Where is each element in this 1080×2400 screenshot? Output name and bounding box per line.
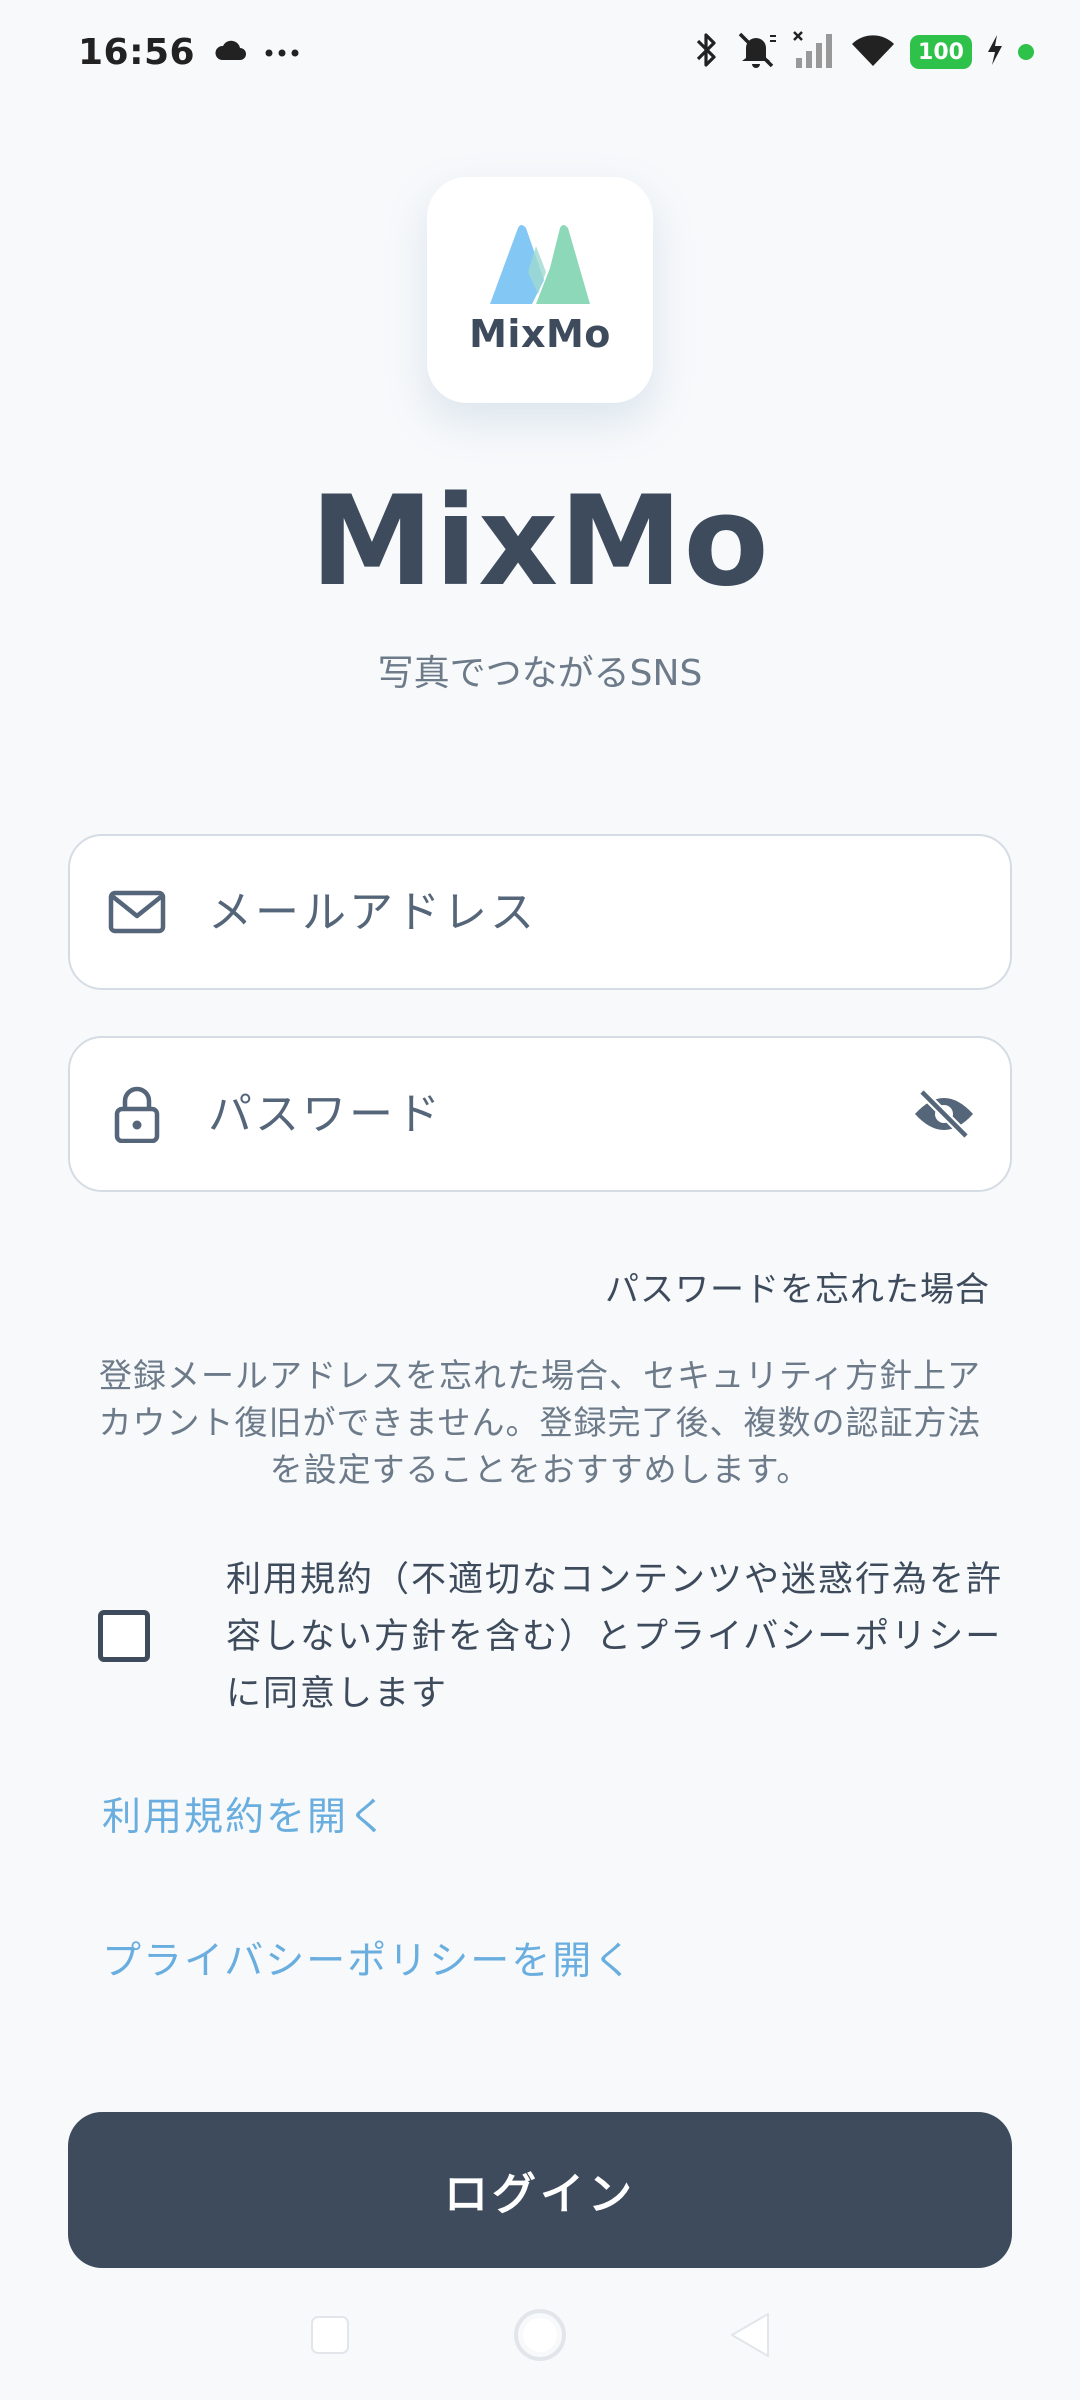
login-button[interactable]: ログイン xyxy=(68,2112,1012,2268)
privacy-indicator-dot xyxy=(1018,44,1034,60)
cloud-icon xyxy=(213,38,247,66)
battery-icon: 100 xyxy=(910,35,972,69)
eye-off-icon[interactable] xyxy=(908,1078,980,1150)
home-icon[interactable] xyxy=(510,2305,570,2365)
wifi-icon xyxy=(850,32,896,72)
logo-wordmark: MixMo xyxy=(469,312,611,356)
recent-apps-icon[interactable] xyxy=(300,2305,360,2365)
status-bar: 16:56 100 xyxy=(0,0,1080,104)
lock-icon xyxy=(106,1083,168,1145)
app-logo: MixMo xyxy=(427,177,653,403)
more-icon xyxy=(265,43,299,62)
charging-icon xyxy=(986,34,1004,70)
password-field[interactable] xyxy=(68,1036,1012,1192)
mail-icon xyxy=(106,881,168,943)
forgot-password-link[interactable]: パスワードを忘れた場合 xyxy=(605,1262,990,1311)
status-left: 16:56 xyxy=(78,32,299,73)
app-subtitle: 写真でつながるSNS xyxy=(377,653,703,694)
bell-off-icon xyxy=(734,30,778,74)
agree-label[interactable]: 利用規約（不適切なコンテンツや迷惑行為を許容しない方針を含む）とプライバシーポリ… xyxy=(226,1552,1016,1723)
signal-icon xyxy=(792,30,836,74)
bluetooth-icon xyxy=(694,31,720,73)
email-field[interactable] xyxy=(68,834,1012,990)
login-screen: 16:56 100 MixMo MixMo 写真でつながるSNS メールアドレス… xyxy=(0,0,1080,2400)
account-recovery-notice: 登録メールアドレスを忘れた場合、セキュリティ方針上アカウント復旧ができません。登… xyxy=(98,1356,982,1489)
email-input[interactable] xyxy=(208,886,980,938)
system-nav-bar xyxy=(0,2270,1080,2400)
status-time: 16:56 xyxy=(78,31,196,73)
open-terms-link[interactable]: 利用規約を開く xyxy=(102,1786,389,1842)
status-right: 100 xyxy=(694,30,1034,74)
open-privacy-link[interactable]: プライバシーポリシーを開く xyxy=(102,1930,634,1986)
agree-checkbox[interactable] xyxy=(98,1610,150,1662)
logo-mark-icon xyxy=(490,225,590,304)
app-title: MixMo xyxy=(310,470,770,614)
password-input[interactable] xyxy=(208,1088,908,1140)
back-icon[interactable] xyxy=(720,2305,780,2365)
